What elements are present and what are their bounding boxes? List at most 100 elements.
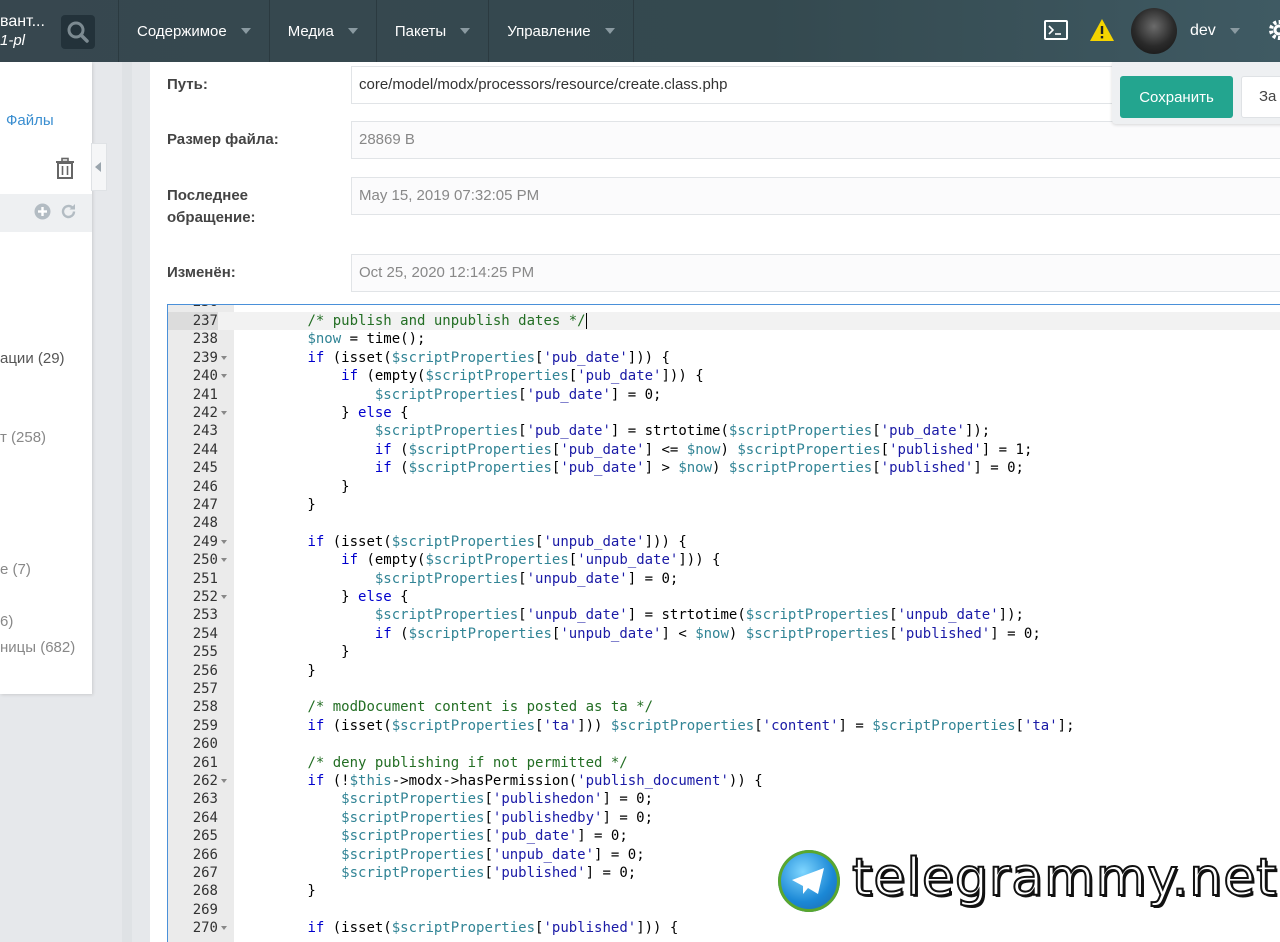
chevron-down-icon: [604, 28, 615, 34]
menu-content[interactable]: Содержимое: [118, 0, 269, 62]
tab-files[interactable]: Файлы: [6, 112, 54, 129]
code-line[interactable]: 253 $scriptProperties['unpub_date'] = st…: [168, 606, 1280, 624]
code-text: if (!$this->modx->hasPermission('publish…: [307, 773, 763, 789]
tree-item[interactable]: 6): [0, 613, 13, 630]
last-access-label-line2: обращение:: [167, 209, 256, 226]
code-line[interactable]: 255 }: [168, 643, 1280, 661]
refresh-icon[interactable]: [60, 203, 77, 220]
code-text: }: [240, 644, 350, 661]
code-line[interactable]: 262 if (!$this->modx->hasPermission('pub…: [168, 772, 1280, 790]
site-brand[interactable]: вант... 1-pl: [0, 0, 58, 62]
username: dev: [1190, 22, 1216, 39]
menu-packages[interactable]: Пакеты: [375, 0, 488, 62]
code-line[interactable]: 238 $now = time();: [168, 330, 1280, 348]
save-button[interactable]: Сохранить: [1120, 76, 1233, 118]
line-number: 270: [192, 920, 218, 937]
avatar[interactable]: [1131, 8, 1177, 54]
code-text: }: [240, 478, 350, 495]
code-text: if (isset($scriptProperties['pub_date'])…: [307, 349, 670, 366]
code-line[interactable]: 237 /* publish and unpublish dates */: [168, 312, 1280, 331]
code-line[interactable]: 254 if ($scriptProperties['unpub_date'] …: [168, 625, 1280, 643]
code-line[interactable]: 250 if (empty($scriptProperties['unpub_d…: [168, 551, 1280, 569]
line-number: 267: [192, 865, 218, 881]
fold-toggle-icon[interactable]: [221, 411, 227, 415]
line-number: 241: [192, 386, 218, 403]
last-access-label-line1: Последнее: [167, 187, 249, 204]
code-line[interactable]: 248: [168, 514, 1280, 532]
warning-icon[interactable]: [1089, 18, 1115, 42]
code-text: /* publish and unpublish dates */: [307, 313, 587, 329]
tree-item[interactable]: ницы (682): [0, 639, 75, 656]
last-access-label: Последнее обращение:: [167, 185, 256, 229]
gear-icon[interactable]: [1266, 17, 1280, 43]
code-line[interactable]: 264 $scriptProperties['publishedby'] = 0…: [168, 809, 1280, 827]
collapse-sidebar-button[interactable]: [91, 143, 107, 191]
code-text: } else {: [240, 589, 409, 605]
code-line[interactable]: 239 if (isset($scriptProperties['pub_dat…: [168, 349, 1280, 367]
tree-item[interactable]: ации (29): [0, 350, 65, 367]
line-number: 249: [192, 533, 218, 550]
code-text: $scriptProperties['pub_date'] = 0;: [341, 828, 628, 845]
line-number: 261: [192, 754, 218, 771]
code-line[interactable]: 242 } else {: [168, 404, 1280, 422]
fold-toggle-icon[interactable]: [221, 539, 227, 544]
chevron-down-icon: [240, 28, 251, 34]
close-button[interactable]: За: [1241, 76, 1280, 118]
trash-icon[interactable]: [54, 157, 76, 179]
fold-toggle-icon[interactable]: [221, 355, 227, 360]
tree-toolbar: [0, 194, 92, 232]
code-text: if ($scriptProperties['unpub_date'] < $n…: [374, 625, 1041, 642]
line-number: 245: [192, 460, 218, 477]
last-access-field: May 15, 2019 07:32:05 PM: [351, 177, 1280, 215]
code-line[interactable]: 241 $scriptProperties['pub_date'] = 0;: [168, 386, 1280, 404]
code-line[interactable]: 260: [168, 735, 1280, 753]
fold-toggle-icon[interactable]: [221, 374, 227, 379]
code-line[interactable]: 257: [168, 680, 1280, 698]
fold-toggle-icon[interactable]: [221, 595, 227, 599]
line-number: 253: [192, 607, 218, 624]
fold-toggle-icon[interactable]: [221, 926, 227, 931]
code-line[interactable]: 259 if (isset($scriptProperties['ta'])) …: [168, 717, 1280, 735]
code-line[interactable]: 263 $scriptProperties['publishedon'] = 0…: [168, 790, 1280, 808]
code-line[interactable]: 249 if (isset($scriptProperties['unpub_d…: [168, 533, 1280, 551]
code-line[interactable]: 243 $scriptProperties['pub_date'] = strt…: [168, 422, 1280, 440]
tree-item[interactable]: е (7): [0, 561, 31, 578]
line-number: 244: [192, 441, 218, 458]
code-line[interactable]: 270 if (isset($scriptProperties['publish…: [168, 919, 1280, 937]
text-cursor: [585, 313, 587, 329]
code-line[interactable]: 265 $scriptProperties['pub_date'] = 0;: [168, 827, 1280, 845]
code-line[interactable]: 252 } else {: [168, 588, 1280, 606]
menu-media[interactable]: Медиа: [268, 0, 376, 62]
code-line[interactable]: 251 $scriptProperties['unpub_date'] = 0;: [168, 570, 1280, 588]
code-text: $scriptProperties['pub_date'] = 0;: [374, 386, 662, 403]
fold-toggle-icon[interactable]: [221, 779, 227, 783]
code-line[interactable]: 246 }: [168, 478, 1280, 496]
tree-item[interactable]: т (258): [0, 429, 46, 446]
code-line[interactable]: 245 if ($scriptProperties['pub_date'] > …: [168, 459, 1280, 477]
code-text: $scriptProperties['unpub_date'] = strtot…: [374, 607, 1024, 624]
code-line[interactable]: 256 }: [168, 662, 1280, 680]
code-text: /* deny publishing if not permitted */: [307, 754, 628, 771]
terminal-icon[interactable]: [1044, 20, 1068, 40]
code-line[interactable]: 244 if ($scriptProperties['pub_date'] <=…: [168, 441, 1280, 459]
code-line[interactable]: 261 /* deny publishing if not permitted …: [168, 754, 1280, 772]
code-text: $scriptProperties['unpub_date'] = 0;: [341, 846, 645, 863]
add-icon[interactable]: [34, 203, 51, 220]
code-line[interactable]: 247 }: [168, 496, 1280, 514]
fold-toggle-icon[interactable]: [221, 558, 227, 563]
chevron-down-icon: [347, 28, 358, 34]
user-menu[interactable]: dev: [1190, 22, 1240, 40]
sidebar-scrollbar[interactable]: [122, 62, 132, 942]
line-number: 257: [192, 681, 218, 697]
menu-label: Медиа: [287, 22, 334, 40]
sidebar-panel: [0, 62, 92, 694]
line-number: 237: [168, 312, 218, 331]
code-line[interactable]: 240 if (empty($scriptProperties['pub_dat…: [168, 367, 1280, 385]
line-number: 263: [192, 791, 218, 808]
line-number: 238: [192, 331, 218, 348]
menu-manage[interactable]: Управление: [488, 0, 634, 62]
telegram-logo-icon: [778, 850, 840, 912]
search-button[interactable]: [61, 15, 95, 49]
watermark-text: telegrammy.net: [851, 847, 1278, 909]
code-line[interactable]: 258 /* modDocument content is posted as …: [168, 698, 1280, 716]
